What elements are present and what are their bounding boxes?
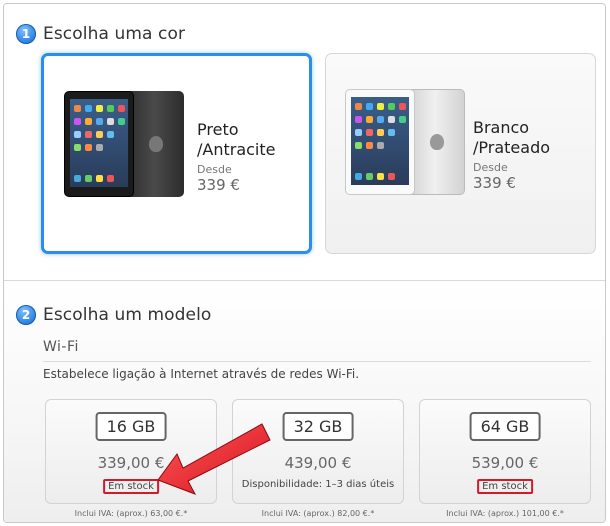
step-1-header: 1 Escolha uma cor [16,24,185,44]
color-price-white: 339 € [473,174,516,192]
step-1-title: Escolha uma cor [43,24,186,44]
capacity-label: 16 GB [95,412,167,441]
color-option-white[interactable]: Branco /Prateado Desde 339 € [325,53,596,254]
color-section: 1 Escolha uma cor Preto /Antracite Desde… [4,4,605,280]
color-name-black: Preto /Antracite [197,120,276,159]
availability-status: Em stock [103,479,159,494]
color-price-black: 339 € [197,176,240,194]
connectivity-title: Wi-Fi [43,339,79,355]
model-price: 439,00 € [284,454,352,472]
capacity-label: 32 GB [282,412,354,441]
divider [43,361,591,362]
store-panel: 1 Escolha uma cor Preto /Antracite Desde… [3,3,606,523]
connectivity-description: Estabelece ligação à Internet através de… [43,367,360,381]
model-option-64gb[interactable]: 64 GB 539,00 € Em stock [419,399,591,504]
availability-status: Em stock [477,479,533,494]
color-name-white: Branco /Prateado [473,118,551,157]
model-section: 2 Escolha um modelo Wi-Fi Estabelece lig… [4,280,605,522]
vat-note: Inclui IVA: (aprox.) 101,00 €.* [446,509,564,518]
step-2-header: 2 Escolha um modelo [16,305,211,325]
model-price: 539,00 € [471,454,539,472]
from-label: Desde [473,161,508,174]
model-option-16gb[interactable]: 16 GB 339,00 € Em stock [45,399,217,504]
model-option-32gb[interactable]: 32 GB 439,00 € Disponibilidade: 1–3 dias… [232,399,404,504]
vat-note: Inclui IVA: (aprox.) 63,00 €.* [74,509,188,518]
availability-status: Disponibilidade: 1–3 dias úteis [241,479,395,490]
vat-note: Inclui IVA: (aprox.) 82,00 €.* [261,509,375,518]
color-option-black[interactable]: Preto /Antracite Desde 339 € [41,53,312,254]
capacity-label: 64 GB [469,412,541,441]
model-price: 339,00 € [97,454,165,472]
step-2-title: Escolha um modelo [43,305,212,325]
step-2-badge: 2 [16,305,36,325]
step-1-badge: 1 [16,24,36,44]
from-label: Desde [197,163,232,176]
